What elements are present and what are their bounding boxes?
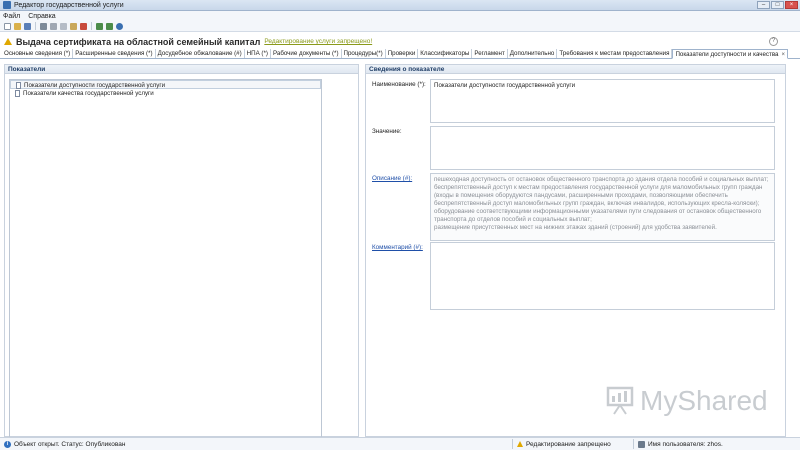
warning-icon <box>4 38 12 45</box>
question-icon[interactable]: ? <box>769 37 778 46</box>
tab-basic-info[interactable]: Основные сведения (*) <box>2 49 74 58</box>
close-button[interactable]: × <box>785 1 798 9</box>
info-icon: i <box>4 440 11 448</box>
indicator-details-panel: Сведения о показателе Наименование (*): … <box>365 64 786 437</box>
status-user-text: Имя пользователя: zhos. <box>648 440 723 448</box>
menu-bar: Файл Справка <box>0 11 800 21</box>
tab-place-requirements[interactable]: Требования к местам предоставления <box>557 49 673 58</box>
indicators-panel-title: Показатели <box>5 65 358 74</box>
tab-regulation[interactable]: Регламент <box>472 49 508 58</box>
print-icon[interactable] <box>40 22 47 30</box>
tab-work-documents[interactable]: Рабочие документы (*) <box>271 49 342 58</box>
list-item[interactable]: Показатели доступности государственной у… <box>10 80 321 89</box>
toolbar-separator <box>91 22 92 30</box>
tab-availability-quality-label: Показатели доступности и качества <box>675 51 779 58</box>
cut-icon[interactable] <box>50 22 57 30</box>
menu-file[interactable]: Файл <box>3 13 20 20</box>
up-icon[interactable] <box>96 22 103 30</box>
watermark: MyShared <box>606 385 768 417</box>
tab-additional[interactable]: Дополнительно <box>508 49 558 58</box>
help-icon[interactable] <box>116 22 123 30</box>
tab-extended-info[interactable]: Расширенные сведения (*) <box>73 49 156 58</box>
copy-icon[interactable] <box>60 22 67 30</box>
list-item-label: Показатели доступности государственной у… <box>24 82 166 89</box>
open-icon[interactable] <box>14 22 21 30</box>
title-bar: Редактор государственной услуги – □ × <box>0 0 800 11</box>
description-line: беспрепятственный доступ к местам предос… <box>434 184 763 191</box>
list-item-label: Показатели качества государственной услу… <box>23 90 154 97</box>
value-field[interactable] <box>430 126 775 170</box>
maximize-button[interactable]: □ <box>771 1 784 9</box>
warning-icon <box>517 441 523 447</box>
comment-label[interactable]: Комментарий (#): <box>372 244 423 251</box>
status-bar: i Объект открыт. Статус: Опубликован Ред… <box>0 437 800 450</box>
list-item[interactable]: Показатели качества государственной услу… <box>10 89 321 98</box>
status-user: Имя пользователя: zhos. <box>634 440 764 448</box>
status-editing: Редактирование запрещено <box>513 441 633 448</box>
comment-field[interactable] <box>430 242 775 310</box>
menu-help[interactable]: Справка <box>28 13 55 20</box>
tab-pretrial-appeal[interactable]: Досудебное обжалование (#) <box>156 49 245 58</box>
tab-close-icon[interactable]: × <box>779 52 786 58</box>
window-title: Редактор государственной услуги <box>14 1 124 9</box>
tab-availability-quality[interactable]: Показатели доступности и качества × <box>672 49 789 59</box>
edit-forbidden-link[interactable]: Редактирование услуги запрещено! <box>264 38 372 45</box>
down-icon[interactable] <box>106 22 113 30</box>
document-icon <box>16 82 21 89</box>
indicators-panel: Показатели Показатели доступности госуда… <box>4 64 359 437</box>
tab-npa[interactable]: НПА (*) <box>245 49 271 58</box>
status-object: i Объект открыт. Статус: Опубликован <box>0 440 512 448</box>
description-field[interactable]: пешеходная доступность от остановок обще… <box>430 173 775 241</box>
description-line: оборудование соответствующими информацио… <box>434 208 762 215</box>
tab-procedures[interactable]: Процедуры(*) <box>342 49 386 58</box>
watermark-text: MyShared <box>640 385 768 416</box>
minimize-button[interactable]: – <box>757 1 770 9</box>
tab-checks[interactable]: Проверки <box>386 49 419 58</box>
status-editing-text: Редактирование запрещено <box>526 440 611 448</box>
indicator-details-title: Сведения о показателе <box>366 65 785 74</box>
description-line: (входы в помещения оборудуются пандусами… <box>434 192 728 199</box>
document-header: Выдача сертификата на областной семейный… <box>0 34 800 49</box>
indicators-list: Показатели доступности государственной у… <box>9 79 322 437</box>
description-line: размещение присутственных мест на нижних… <box>434 224 717 231</box>
description-label[interactable]: Описание (#): <box>372 175 412 182</box>
name-label: Наименование (*): <box>372 81 426 88</box>
status-object-text: Объект открыт. Статус: Опубликован <box>14 440 126 448</box>
tab-classifiers[interactable]: Классификаторы <box>418 49 473 58</box>
document-icon <box>15 90 20 97</box>
delete-icon[interactable] <box>80 22 87 30</box>
watermark-logo-icon <box>606 386 634 415</box>
user-icon <box>638 440 645 448</box>
paste-icon[interactable] <box>70 22 77 30</box>
app-icon <box>3 1 11 9</box>
page-title: Выдача сертификата на областной семейный… <box>16 36 261 47</box>
description-line: пешеходная доступность от остановок обще… <box>434 176 769 183</box>
description-line: беспрепятственный доступ маломобильных г… <box>434 200 760 207</box>
new-icon[interactable] <box>4 22 11 30</box>
window-controls: – □ × <box>757 1 798 9</box>
save-icon[interactable] <box>24 22 31 30</box>
tab-bar: Основные сведения (*) Расширенные сведен… <box>0 49 800 59</box>
toolbar <box>0 21 800 32</box>
name-field[interactable]: Показатели доступности государственной у… <box>430 79 775 123</box>
description-line: транспорта до отделов пособий и социальн… <box>434 216 592 223</box>
toolbar-separator <box>35 22 36 30</box>
value-label: Значение: <box>372 128 402 135</box>
